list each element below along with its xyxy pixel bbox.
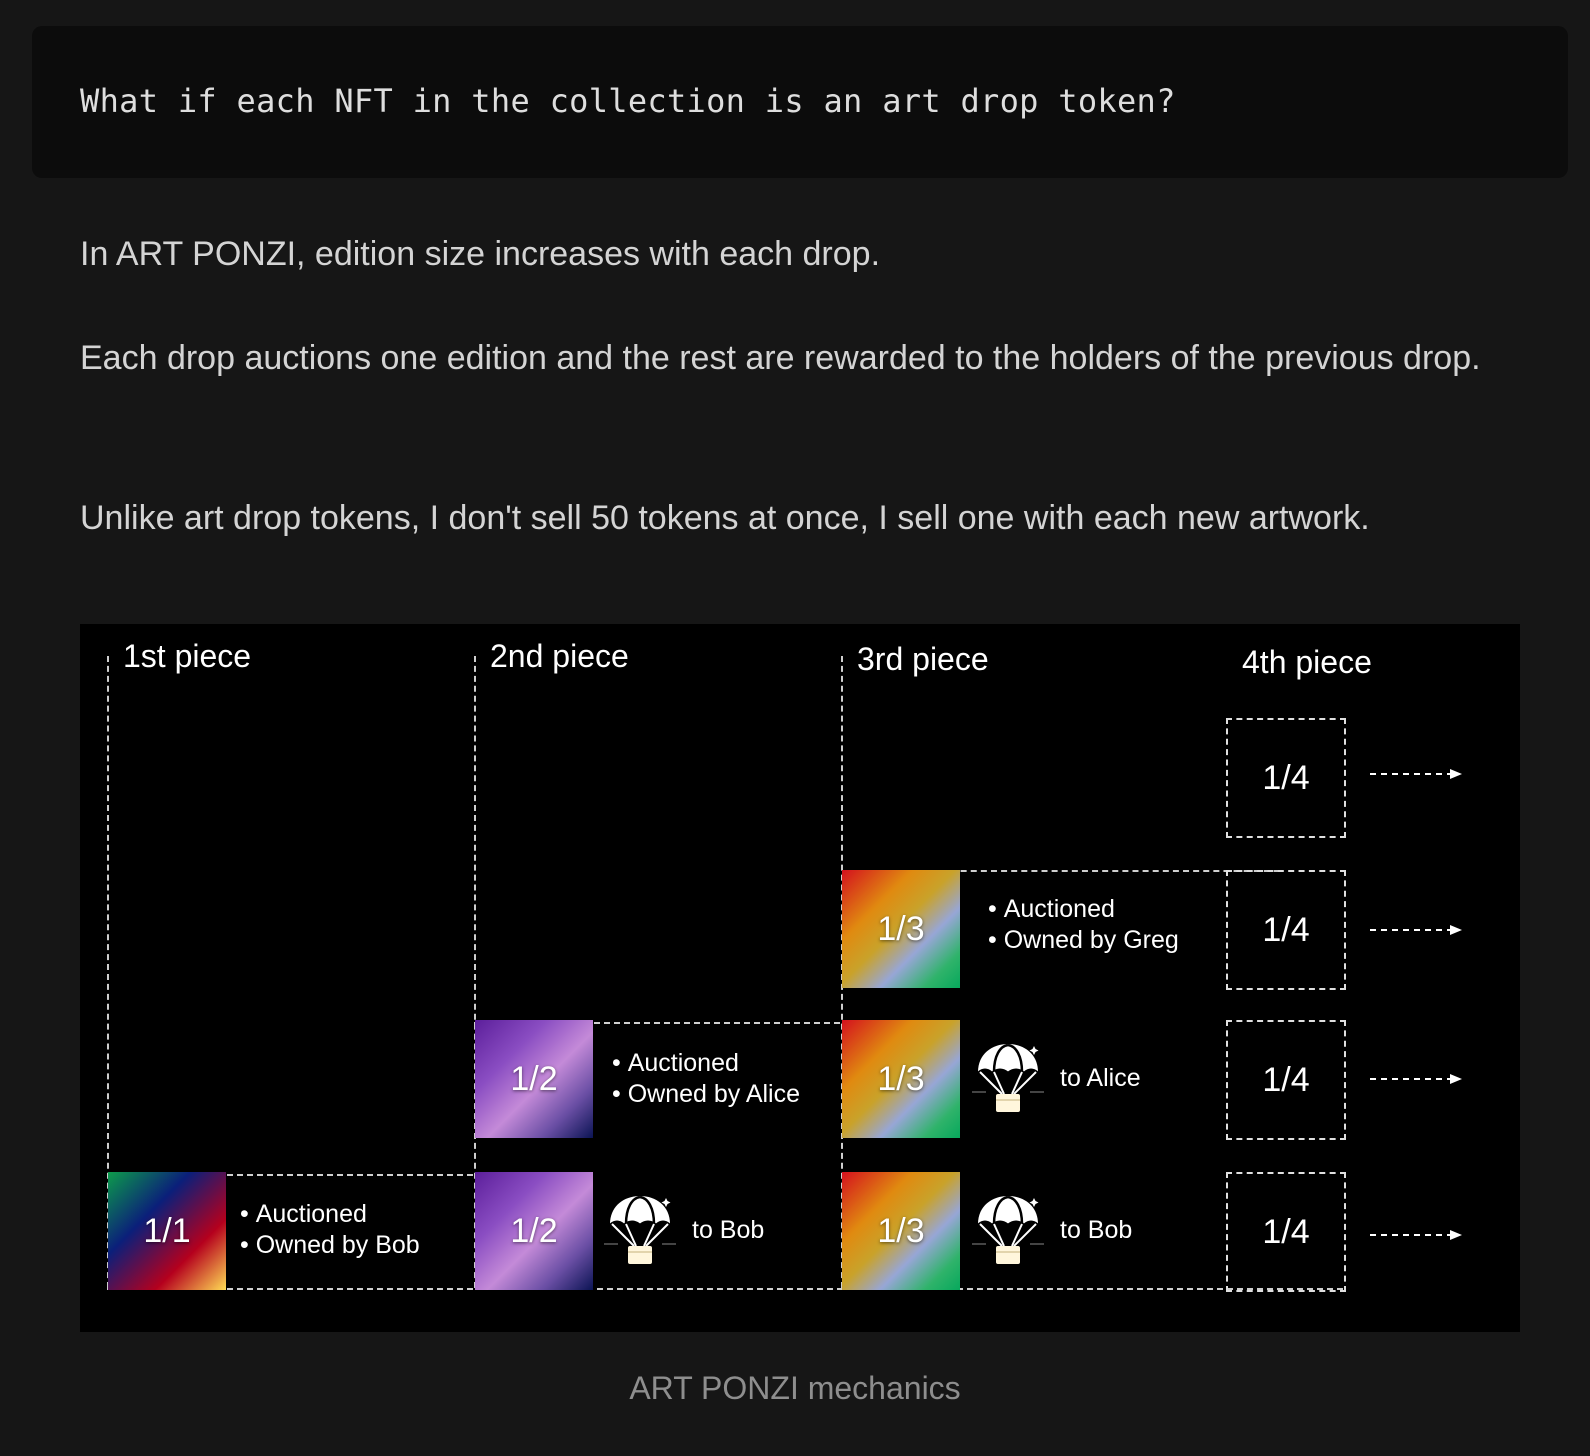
column-header-1: 1st piece — [123, 638, 252, 674]
dashed-arrow-icon — [1370, 768, 1462, 780]
edition-tile: 1/3 — [842, 1172, 960, 1290]
airdrop-recipient: to Bob — [692, 1216, 765, 1244]
paragraph-comparison: Unlike art drop tokens, I don't sell 50 … — [80, 499, 1370, 537]
edition-tile: 1/1 — [108, 1172, 226, 1290]
column-header-4: 4th piece — [1242, 644, 1372, 680]
dashed-arrow-icon — [1370, 924, 1462, 936]
edition-tile: 1/2 — [475, 1172, 593, 1290]
auctioned-label: Auctioned — [240, 1199, 420, 1230]
future-edition-slot: 1/4 — [1226, 1172, 1346, 1292]
airdrop-recipient: to Bob — [1060, 1216, 1133, 1244]
parachute-airdrop-icon — [972, 1194, 1044, 1266]
edition-tile: 1/2 — [475, 1020, 593, 1138]
auction-info: Auctioned Owned by Alice — [612, 1048, 800, 1110]
figure-caption: ART PONZI mechanics — [629, 1370, 961, 1406]
parachute-airdrop-icon — [972, 1042, 1044, 1114]
owner-label: Owned by Greg — [988, 925, 1179, 956]
paragraph-edition-size: In ART PONZI, edition size increases wit… — [80, 235, 881, 273]
column-header-2: 2nd piece — [490, 638, 629, 674]
future-edition-slot: 1/4 — [1226, 1020, 1346, 1140]
parachute-airdrop-icon — [604, 1194, 676, 1266]
owner-label: Owned by Bob — [240, 1230, 420, 1261]
column-header-3: 3rd piece — [857, 641, 989, 677]
auctioned-label: Auctioned — [988, 894, 1179, 925]
future-edition-slot: 1/4 — [1226, 718, 1346, 838]
auction-info: Auctioned Owned by Bob — [240, 1199, 420, 1261]
auction-info: Auctioned Owned by Greg — [988, 894, 1179, 956]
future-edition-slot: 1/4 — [1226, 870, 1346, 990]
row-divider — [107, 1288, 1343, 1290]
owner-label: Owned by Alice — [612, 1079, 800, 1110]
art-ponzi-diagram: 1st piece 2nd piece 3rd piece 4th piece … — [80, 624, 1520, 1332]
code-question: What if each NFT in the collection is an… — [80, 82, 1176, 120]
paragraph-auction-rewards: Each drop auctions one edition and the r… — [80, 339, 1481, 377]
dashed-arrow-icon — [1370, 1229, 1462, 1241]
code-block: What if each NFT in the collection is an… — [32, 26, 1568, 178]
edition-tile: 1/3 — [842, 870, 960, 988]
auctioned-label: Auctioned — [612, 1048, 800, 1079]
edition-tile: 1/3 — [842, 1020, 960, 1138]
airdrop-recipient: to Alice — [1060, 1064, 1141, 1092]
dashed-arrow-icon — [1370, 1073, 1462, 1085]
